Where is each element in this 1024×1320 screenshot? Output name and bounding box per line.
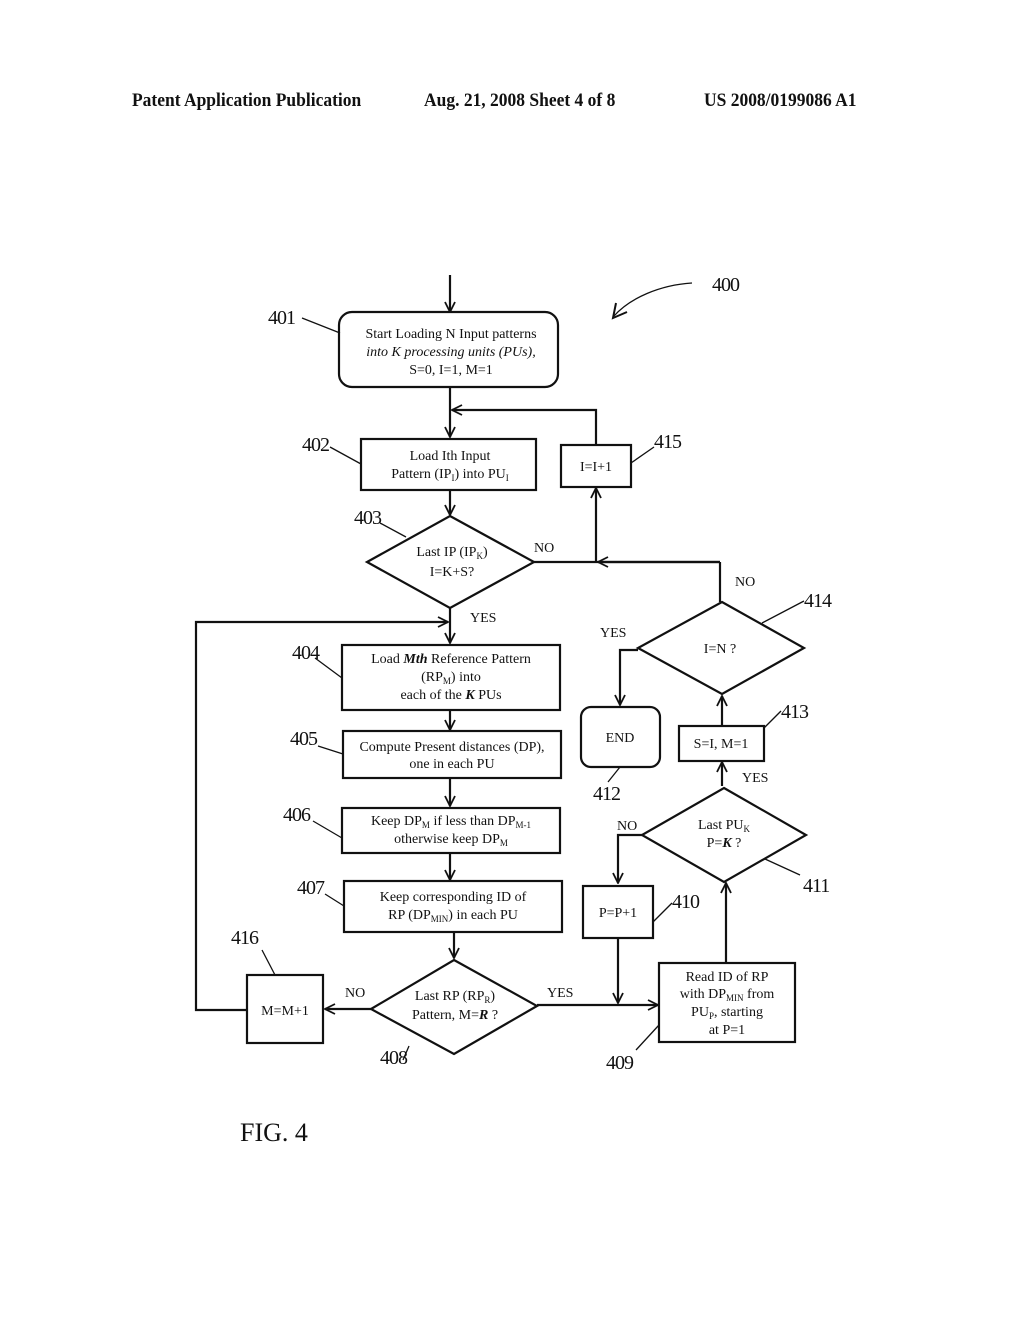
node-405-line2: one in each PU (409, 757, 494, 772)
ref-412: 412 (593, 783, 620, 805)
node-411-line1: Last PUK (698, 818, 751, 834)
ref-405: 405 (290, 728, 318, 750)
node-401-line3: S=0, I=1, M=1 (409, 363, 493, 378)
leader-412 (607, 766, 621, 783)
leader-416 (261, 949, 276, 976)
node-403-line2: I=K+S? (430, 565, 475, 580)
ref-413: 413 (781, 701, 809, 723)
node-416-text: M=M+1 (261, 1004, 309, 1019)
node-415-text: I=I+1 (580, 460, 612, 475)
leader-406 (312, 820, 343, 839)
label-414-no: NO (735, 575, 755, 590)
ref-406: 406 (283, 804, 311, 826)
label-403-no: NO (534, 541, 554, 556)
node-406-line1: Keep DPM if less than DPM-1 (371, 814, 531, 830)
leader-414 (761, 600, 805, 624)
node-408-line2: Pattern, M=R ? (412, 1008, 498, 1023)
node-413-text: S=I, M=1 (694, 737, 749, 752)
node-402-line1: Load Ith Input (410, 449, 491, 464)
ref-411: 411 (803, 875, 829, 897)
label-403-yes: YES (470, 611, 496, 626)
node-411-line2: P=K ? (707, 836, 742, 851)
leader-413 (763, 710, 782, 729)
figure-label: FIG. 4 (240, 1118, 308, 1147)
label-414-yes: YES (600, 626, 626, 641)
leader-415 (630, 446, 655, 464)
leader-405 (317, 745, 344, 755)
node-405-line1: Compute Present distances (DP), (359, 740, 544, 755)
leader-402 (329, 446, 362, 465)
leader-403 (379, 522, 407, 538)
node-402-load-input (359, 437, 538, 492)
node-404-line3: each of the K PUs (400, 688, 501, 703)
node-401-line2: into K processing units (PUs), (366, 345, 535, 360)
ref-415: 415 (654, 431, 682, 453)
edge-411-410 (618, 833, 642, 883)
node-408-line1: Last RP (RPR) (415, 989, 496, 1005)
node-407-keep-id (342, 879, 564, 934)
leader-404 (314, 657, 343, 679)
leader-407 (324, 893, 345, 907)
ref-409: 409 (606, 1052, 634, 1074)
ref-414: 414 (804, 590, 832, 612)
node-411-decision-last-pu (639, 786, 809, 884)
node-407-line1: Keep corresponding ID of (380, 890, 527, 905)
node-407-line2: RP (DPMIN) in each PU (388, 908, 518, 924)
leader-409 (635, 1024, 660, 1051)
ref-402: 402 (302, 434, 329, 456)
node-414-text: I=N ? (704, 642, 736, 657)
flowchart: Start Loading N Input patterns into K pr… (194, 274, 833, 1147)
node-401-line1: Start Loading N Input patterns (365, 327, 536, 342)
ref-403: 403 (354, 507, 382, 529)
ref-408: 408 (380, 1047, 408, 1069)
leader-411 (764, 858, 801, 876)
ref-407: 407 (297, 877, 325, 899)
node-409-line4: at P=1 (709, 1023, 745, 1038)
node-402-line2: Pattern (IPI) into PUI (391, 467, 509, 483)
leader-410 (652, 902, 673, 923)
node-410-text: P=P+1 (599, 906, 637, 921)
edge-414-412 (620, 648, 638, 705)
node-406-line2: otherwise keep DPM (394, 832, 508, 848)
label-411-no: NO (617, 819, 637, 834)
ref-400: 400 (712, 274, 740, 296)
node-409-line3: PUP, starting (691, 1005, 763, 1021)
leader-400 (613, 282, 693, 317)
leader-401 (301, 317, 341, 334)
label-408-yes: YES (547, 986, 573, 1001)
label-408-no: NO (345, 986, 365, 1001)
ref-416: 416 (231, 927, 259, 949)
ref-410: 410 (672, 891, 700, 913)
node-412-text: END (606, 731, 635, 746)
label-411-yes: YES (742, 771, 768, 786)
ref-404: 404 (292, 642, 320, 664)
node-404-line1: Load Mth Reference Pattern (371, 652, 531, 667)
node-404-line2: (RPM) into (421, 670, 481, 686)
node-408-decision-last-rp (368, 958, 540, 1056)
ref-401: 401 (268, 307, 295, 329)
node-409-line1: Read ID of RP (686, 970, 769, 985)
